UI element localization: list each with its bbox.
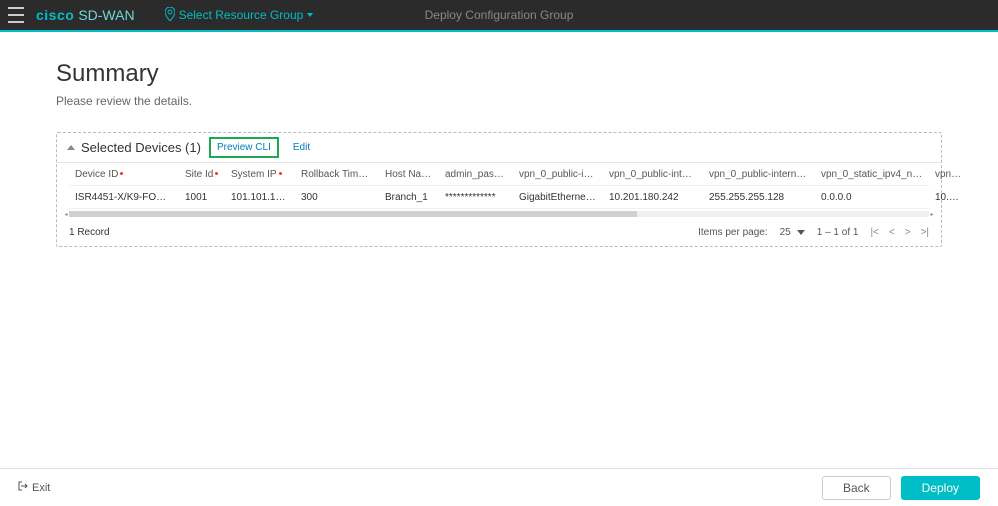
cell-host-name: Branch_1 — [379, 192, 439, 203]
cisco-text: cisco — [36, 7, 74, 23]
items-per-page-dropdown[interactable]: 25 — [780, 227, 805, 238]
record-count: 1 Record — [69, 227, 110, 238]
cell-public-internet-if-subnet: 255.255.255.128 — [703, 192, 815, 203]
col-static-last[interactable]: vpn_0_stati — [929, 169, 969, 180]
collapse-icon[interactable] — [67, 145, 75, 150]
app-header: cisco SD-WAN Select Resource Group Deplo… — [0, 0, 998, 30]
scrollbar-thumb[interactable] — [69, 211, 637, 217]
cell-static-last: 10.201.18 — [929, 192, 969, 203]
items-per-page-value: 25 — [780, 227, 791, 238]
cell-rollback-timer: 300 — [295, 192, 379, 203]
col-public-internet-if-ip[interactable]: vpn_0_public-internet_if_ip — [603, 169, 703, 180]
last-page-button[interactable]: >| — [921, 227, 929, 238]
page-context-title: Deploy Configuration Group — [425, 8, 574, 22]
horizontal-scrollbar[interactable]: ◂ ▸ — [69, 211, 929, 217]
col-system-ip[interactable]: System IP — [225, 169, 295, 180]
table-row[interactable]: ISR4451-X/K9-FOC20468TWU 1001 101.101.10… — [69, 186, 929, 209]
resource-group-label: Select Resource Group — [179, 8, 304, 22]
col-static-ipv4-network-addr[interactable]: vpn_0_static_ipv4_network_addr — [815, 169, 929, 180]
pin-icon — [165, 7, 175, 24]
deploy-button[interactable]: Deploy — [901, 476, 980, 500]
product-text: SD-WAN — [78, 7, 134, 23]
bottom-action-bar: Exit Back Deploy — [0, 468, 998, 506]
cell-public-internet-if-ip: 10.201.180.242 — [603, 192, 703, 203]
resource-group-selector[interactable]: Select Resource Group — [165, 7, 314, 24]
col-public-internet-if[interactable]: vpn_0_public-internet_if — [513, 169, 603, 180]
table-header-row: Device ID Site Id System IP Rollback Tim… — [69, 163, 929, 186]
col-rollback-timer[interactable]: Rollback Timer (sec) — [295, 169, 379, 180]
edit-button[interactable]: Edit — [293, 142, 310, 153]
cell-device-id: ISR4451-X/K9-FOC20468TWU — [69, 192, 179, 203]
page-subtitle: Please review the details. — [56, 94, 942, 108]
cell-public-internet-if: GigabitEthernet0/0/0 — [513, 192, 603, 203]
panel-header: Selected Devices (1) Preview CLI Edit — [57, 133, 941, 163]
caret-down-icon — [307, 13, 313, 17]
cell-admin-password: ************* — [439, 192, 513, 203]
brand-logo: cisco SD-WAN — [36, 7, 135, 23]
dropdown-caret-icon — [797, 230, 805, 235]
exit-icon — [18, 481, 28, 494]
first-page-button[interactable]: |< — [870, 227, 878, 238]
cell-static-ipv4-network-addr: 0.0.0.0 — [815, 192, 929, 203]
col-admin-password[interactable]: admin_password — [439, 169, 513, 180]
items-per-page-label: Items per page: — [698, 227, 767, 238]
selected-devices-panel: Selected Devices (1) Preview CLI Edit De… — [56, 132, 942, 247]
col-host-name[interactable]: Host Name — [379, 169, 439, 180]
menu-icon[interactable] — [8, 7, 24, 23]
next-page-button[interactable]: > — [905, 227, 911, 238]
cell-system-ip: 101.101.101.109 — [225, 192, 295, 203]
scroll-right-icon[interactable]: ▸ — [929, 211, 935, 217]
exit-button[interactable]: Exit — [18, 481, 50, 494]
preview-cli-button[interactable]: Preview CLI — [209, 137, 279, 158]
page-title: Summary — [56, 60, 942, 88]
col-public-internet-if-subnet[interactable]: vpn_0_public-internet_if_subnet — [703, 169, 815, 180]
pager-range: 1 – 1 of 1 — [817, 227, 859, 238]
prev-page-button[interactable]: < — [889, 227, 895, 238]
exit-label: Exit — [32, 482, 50, 494]
col-site-id[interactable]: Site Id — [179, 169, 225, 180]
cell-site-id: 1001 — [179, 192, 225, 203]
back-button[interactable]: Back — [822, 476, 891, 500]
col-device-id[interactable]: Device ID — [69, 169, 179, 180]
pager-controls: |< < > >| — [870, 227, 929, 238]
panel-title: Selected Devices (1) — [81, 140, 201, 155]
